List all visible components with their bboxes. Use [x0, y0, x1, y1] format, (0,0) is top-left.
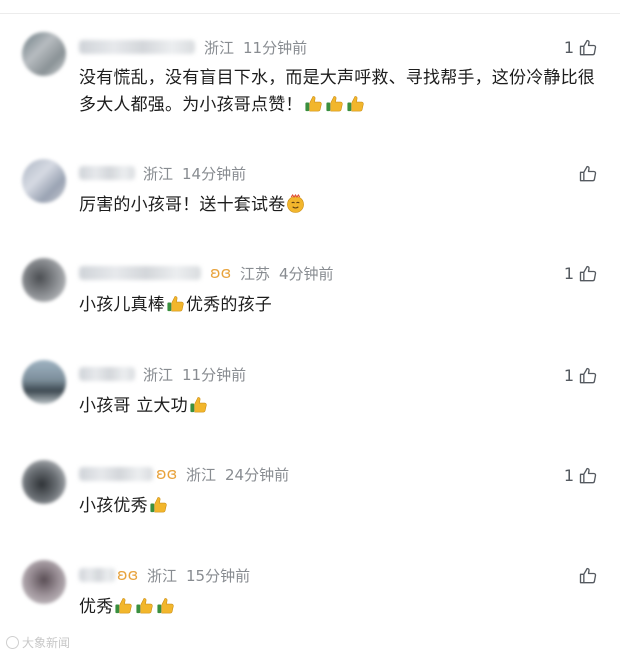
- thumbs-up-icon: [579, 567, 597, 584]
- comment-meta: 浙江 11分钟前: [143, 366, 246, 384]
- thumbs-up-icon: [579, 467, 597, 484]
- thumbs-up-icon: [167, 296, 184, 312]
- emoji-group: [303, 95, 366, 115]
- emoji-group: [165, 295, 186, 315]
- watermark-logo-icon: [6, 636, 19, 649]
- username-blurred[interactable]: [79, 266, 201, 280]
- comment-meta: 浙江 24分钟前: [186, 466, 289, 484]
- vip-badge-icon: ʚɞ: [156, 464, 178, 483]
- like-count: 1: [563, 264, 574, 283]
- time-label: 11分钟前: [182, 366, 247, 384]
- time-label: 15分钟前: [186, 567, 251, 585]
- like-count: 1: [563, 38, 574, 57]
- thumbs-up-icon: [190, 397, 207, 413]
- thumbs-up-icon: [579, 165, 597, 182]
- comment-body: 小孩优秀: [79, 496, 148, 516]
- like-button[interactable]: 1: [564, 38, 598, 58]
- thumbs-up-icon: [136, 598, 154, 614]
- avatar[interactable]: [22, 159, 66, 203]
- username-blurred[interactable]: [79, 166, 135, 180]
- comment-meta: 浙江 14分钟前: [143, 165, 246, 183]
- username-blurred[interactable]: [79, 367, 135, 381]
- watermark: 大象新闻: [6, 634, 70, 651]
- time-label: 11分钟前: [243, 39, 308, 57]
- comment-body-continued: 优秀的孩子: [186, 295, 272, 315]
- cheeky-face-icon: [287, 194, 305, 213]
- like-button[interactable]: [574, 566, 598, 586]
- like-button[interactable]: [574, 164, 598, 184]
- like-count: 1: [563, 466, 574, 485]
- avatar[interactable]: [22, 32, 66, 76]
- thumbs-up-icon: [347, 96, 364, 112]
- thumbs-up-icon: [115, 598, 133, 614]
- thumbs-up-icon: [579, 367, 597, 384]
- thumbs-up-icon: [579, 39, 597, 56]
- avatar[interactable]: [22, 460, 66, 504]
- thumbs-up-icon: [326, 96, 343, 112]
- comment-text: 小孩儿真棒 优秀的孩子: [79, 292, 600, 319]
- like-button[interactable]: 1: [564, 264, 598, 284]
- comment-text: 优秀: [79, 594, 600, 621]
- thumbs-up-icon: [150, 497, 167, 513]
- comment-text: 小孩优秀: [79, 493, 600, 520]
- emoji-group: [285, 194, 306, 215]
- comment-text: 没有慌乱，没有盲目下水，而是大声呼救、寻找帮手，这份冷静比很多大人都强。为小孩哥…: [79, 65, 600, 119]
- thumbs-up-icon: [157, 598, 175, 614]
- region-label: 浙江: [147, 567, 178, 585]
- avatar[interactable]: [22, 360, 66, 404]
- username-blurred[interactable]: [79, 467, 153, 481]
- username-blurred[interactable]: [79, 40, 195, 54]
- region-label: 浙江: [143, 366, 174, 384]
- emoji-group: [188, 396, 209, 416]
- username-blurred[interactable]: [79, 568, 115, 582]
- time-label: 24分钟前: [225, 466, 290, 484]
- comment-body: 优秀: [79, 597, 114, 617]
- comment-text: 小孩哥 立大功: [79, 393, 600, 420]
- thumbs-up-icon: [579, 265, 597, 282]
- comment-body: 小孩哥 立大功: [79, 396, 188, 416]
- comment-body: 厉害的小孩哥！送十套试卷: [79, 195, 286, 215]
- comment-meta: 浙江 11分钟前: [204, 39, 307, 57]
- like-button[interactable]: 1: [564, 366, 598, 386]
- watermark-text: 大象新闻: [22, 636, 71, 650]
- avatar[interactable]: [22, 560, 66, 604]
- top-divider: [0, 13, 620, 14]
- avatar[interactable]: [22, 258, 66, 302]
- comment-text: 厉害的小孩哥！送十套试卷: [79, 192, 600, 219]
- like-button[interactable]: 1: [564, 466, 598, 486]
- region-label: 浙江: [143, 165, 174, 183]
- thumbs-up-icon: [305, 96, 322, 112]
- vip-badge-icon: ʚɞ: [210, 263, 232, 282]
- like-count: 1: [563, 366, 574, 385]
- comment-meta: 浙江 15分钟前: [147, 567, 250, 585]
- comment-meta: 江苏 4分钟前: [240, 265, 334, 283]
- time-label: 14分钟前: [182, 165, 247, 183]
- region-label: 江苏: [240, 265, 271, 283]
- emoji-group: [113, 597, 176, 617]
- region-label: 浙江: [186, 466, 217, 484]
- comment-body: 小孩儿真棒: [79, 295, 165, 315]
- region-label: 浙江: [204, 39, 235, 57]
- time-label: 4分钟前: [279, 265, 334, 283]
- emoji-group: [148, 496, 169, 516]
- vip-badge-icon: ʚɞ: [117, 565, 139, 584]
